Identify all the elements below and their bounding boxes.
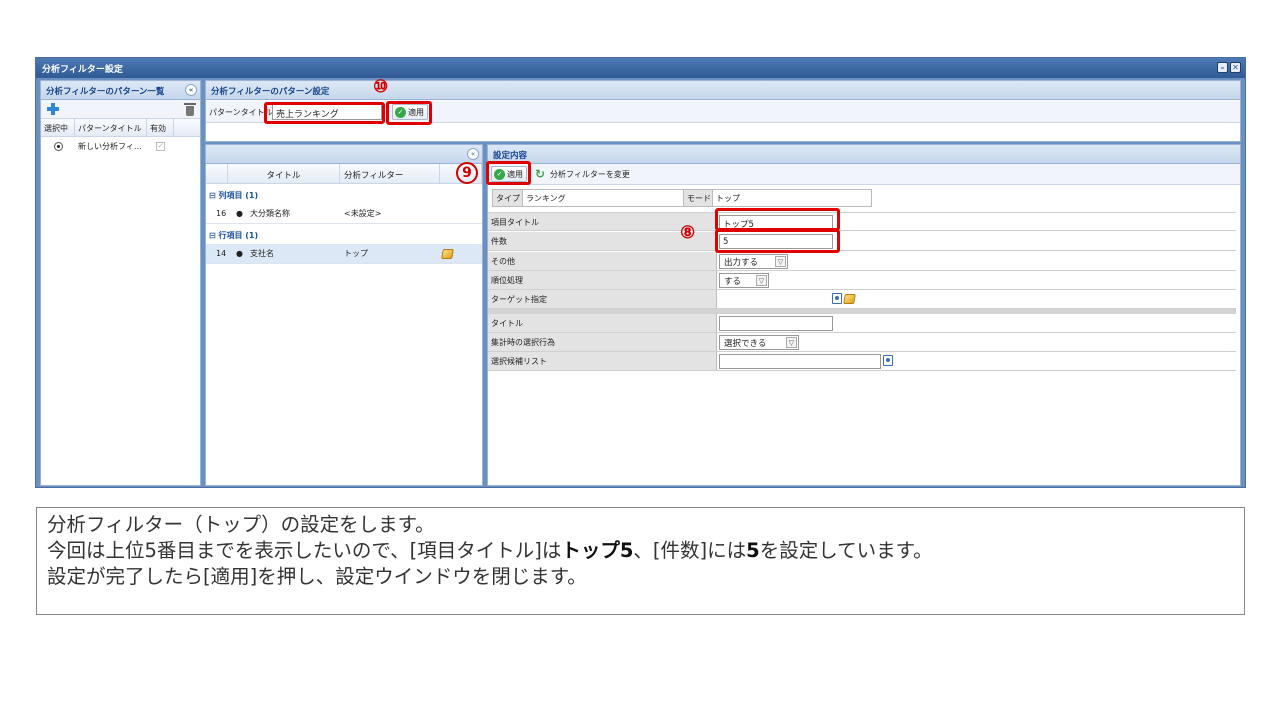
- callout-8: ⑧: [680, 223, 696, 243]
- pattern-select-radio[interactable]: [53, 141, 63, 151]
- chevron-down-icon[interactable]: ▽: [756, 275, 767, 286]
- other-select[interactable]: 出力する ▽: [719, 254, 788, 269]
- col-enabled[interactable]: 有効: [147, 119, 174, 136]
- settings-toolbar: ✓ 適用 ↻ 分析フィルターを変更: [488, 164, 1240, 185]
- highlight-settings-apply: [486, 161, 531, 185]
- bullet-icon: ●: [236, 209, 243, 218]
- other-select-value: 出力する: [724, 258, 759, 268]
- pattern-row[interactable]: 新しい分析フィ… ✓: [41, 137, 200, 155]
- pattern-enabled-checkbox[interactable]: ✓: [156, 141, 165, 151]
- bullet-icon: ●: [236, 249, 243, 258]
- type-label: タイプ: [493, 190, 523, 206]
- prop-count: 件数 5: [488, 232, 1236, 251]
- field-filter: トップ: [344, 249, 368, 258]
- col-analysis-filter[interactable]: 分析フィルター: [340, 164, 440, 183]
- callout-10: ⑩: [373, 77, 389, 97]
- minimize-icon[interactable]: –: [1217, 62, 1228, 73]
- prop-rank: 順位処理 する ▽: [488, 271, 1236, 290]
- field-name: 支社名: [250, 249, 274, 258]
- target-label: ターゲット指定: [488, 290, 717, 308]
- prop-agg-select: 集計時の選択行為 選択できる ▽: [488, 333, 1236, 352]
- change-filter-button[interactable]: ↻ 分析フィルターを変更: [534, 166, 634, 182]
- candidate-list-input[interactable]: [719, 354, 881, 369]
- prop-title: タイトル: [488, 314, 1236, 333]
- col-selected[interactable]: 選択中: [41, 119, 75, 136]
- callout-9: 9: [456, 162, 478, 184]
- mode-label: モード: [683, 190, 713, 206]
- refresh-icon: ↻: [535, 167, 546, 181]
- pattern-list-panel: 分析フィルターのパターン一覧 « 選択中 パターンタイトル 有効 新しい分析フィ…: [40, 80, 201, 486]
- col-title[interactable]: タイトル: [228, 164, 340, 183]
- pattern-list-header: 分析フィルターのパターン一覧 «: [41, 81, 200, 100]
- prop-item-title: 項目タイトル トップ5: [488, 212, 1236, 231]
- field-row[interactable]: 16 ● 大分類名称 <未設定>: [206, 204, 482, 224]
- agg-select-select[interactable]: 選択できる ▽: [719, 335, 799, 350]
- caption-line-2: 今回は上位5番目までを表示したいので、[項目タイトル]はトップ5、[件数]には5…: [47, 538, 1234, 564]
- highlight-pattern-apply: [386, 101, 432, 125]
- other-label: その他: [488, 252, 717, 270]
- field-number: 14: [216, 249, 227, 258]
- delete-pattern-icon[interactable]: [184, 103, 196, 116]
- close-icon[interactable]: ✕: [1230, 62, 1241, 73]
- prop-other: その他 出力する ▽: [488, 252, 1236, 271]
- target-picker-icon[interactable]: [832, 293, 842, 304]
- change-filter-label: 分析フィルターを変更: [550, 170, 630, 179]
- instruction-caption: 分析フィルター（トップ）の設定をします。 今回は上位5番目までを表示したいので、…: [36, 507, 1245, 615]
- settings-header: 設定内容: [488, 145, 1240, 164]
- agg-select-value: 選択できる: [724, 339, 767, 349]
- pattern-list-title: 分析フィルターのパターン一覧: [46, 87, 165, 97]
- highlight-count: [715, 229, 840, 253]
- field-list-panel: « タイトル 分析フィルター ⊟ 列項目 (1) 16 ● 大分類名称 <未設定…: [205, 144, 483, 486]
- caption-line-3: 設定が完了したら[適用]を押し、設定ウインドウを閉じます。: [47, 565, 587, 588]
- candidate-picker-icon[interactable]: [883, 355, 893, 366]
- field-name: 大分類名称: [250, 209, 290, 218]
- pattern-list-toolbar: [41, 100, 200, 119]
- target-cube-icon[interactable]: [843, 294, 856, 304]
- type-mode-row: タイプ ランキング モード トップ: [492, 189, 872, 207]
- settings-title: 設定内容: [493, 151, 528, 161]
- field-filter: <未設定>: [344, 209, 382, 218]
- highlight-item-title: [715, 208, 840, 231]
- field-list-header-row: タイトル 分析フィルター: [206, 164, 482, 184]
- candidate-list-label: 選択候補リスト: [488, 352, 717, 370]
- row-items-group[interactable]: ⊟ 行項目 (1): [206, 224, 482, 244]
- collapse-middle-icon[interactable]: «: [467, 148, 479, 160]
- add-pattern-icon[interactable]: [46, 102, 60, 116]
- rank-label: 順位処理: [488, 271, 717, 289]
- window-titlebar: 分析フィルター設定 – ✕: [36, 58, 1245, 78]
- caption-line-2-e: を設定しています。: [759, 539, 933, 562]
- title-label: タイトル: [488, 314, 717, 332]
- title-input[interactable]: [719, 316, 833, 331]
- window-title: 分析フィルター設定: [42, 65, 123, 75]
- highlight-pattern-title: [264, 102, 385, 124]
- field-row[interactable]: 14 ● 支社名 トップ: [206, 244, 482, 264]
- prop-target: ターゲット指定: [488, 290, 1236, 309]
- rank-select-value: する: [724, 277, 742, 287]
- col-pattern-title[interactable]: パターンタイトル: [75, 119, 147, 136]
- filter-cube-icon[interactable]: [441, 248, 454, 259]
- field-number: 16: [216, 209, 227, 218]
- chevron-down-icon[interactable]: ▽: [786, 337, 797, 348]
- pattern-row-title: 新しい分析フィ…: [78, 141, 142, 151]
- chevron-down-icon[interactable]: ▽: [775, 256, 786, 267]
- collapse-left-icon[interactable]: «: [185, 84, 197, 96]
- agg-select-label: 集計時の選択行為: [488, 333, 717, 351]
- prop-candidate-list: 選択候補リスト: [488, 352, 1236, 371]
- type-value: ランキング: [526, 194, 566, 203]
- pattern-settings-header: 分析フィルターのパターン設定: [206, 81, 1240, 100]
- pattern-settings-title: 分析フィルターのパターン設定: [211, 87, 330, 97]
- column-items-group[interactable]: ⊟ 列項目 (1): [206, 184, 482, 204]
- pattern-list-header-row: 選択中 パターンタイトル 有効: [41, 119, 200, 137]
- caption-line-2-c: 、[件数]には: [633, 539, 747, 562]
- field-list-header: «: [206, 145, 482, 164]
- mode-value: トップ: [716, 194, 740, 203]
- caption-line-2-a: 今回は上位5番目までを表示したいので、[項目タイトル]は: [47, 539, 562, 562]
- rank-select[interactable]: する ▽: [719, 273, 769, 288]
- caption-line-1: 分析フィルター（トップ）の設定をします。: [47, 513, 435, 536]
- caption-line-2-b: トップ5: [561, 539, 634, 562]
- caption-line-2-d: 5: [746, 539, 760, 562]
